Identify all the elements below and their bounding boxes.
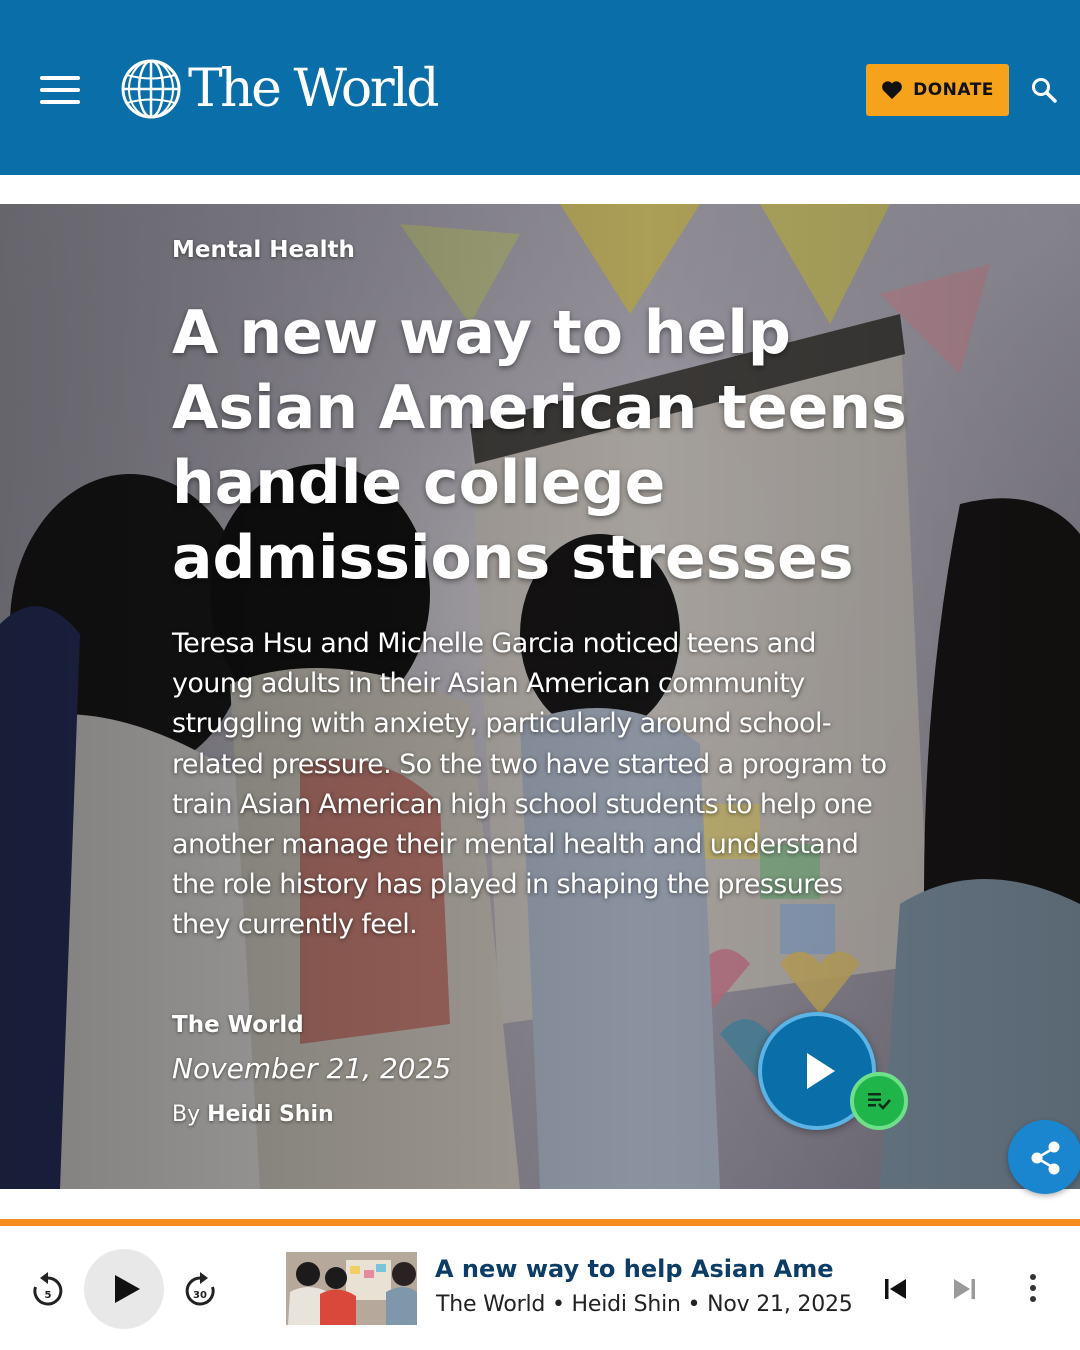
article-category[interactable]: Mental Health <box>172 237 355 263</box>
previous-icon <box>885 1279 906 1299</box>
donate-label: DONATE <box>913 80 994 100</box>
menu-icon[interactable] <box>40 76 82 104</box>
player-play-button[interactable] <box>84 1249 164 1329</box>
byline-prefix: By <box>172 1102 201 1127</box>
author-name[interactable]: Heidi Shin <box>207 1102 334 1127</box>
article-dek: Teresa Hsu and Michelle Garcia noticed t… <box>172 628 887 941</box>
more-icon <box>1030 1274 1036 1302</box>
forward-button[interactable]: 30 <box>182 1270 218 1310</box>
program-name[interactable]: The World <box>172 1012 304 1038</box>
now-playing-title[interactable]: A new way to help Asian American teens h… <box>435 1255 835 1283</box>
more-options-button[interactable] <box>1024 1272 1042 1306</box>
search-icon[interactable] <box>1030 76 1058 104</box>
logo-text: The World <box>188 59 439 119</box>
byline: By Heidi Shin <box>172 1102 334 1127</box>
hero-section: Mental Health A new way to help Asian Am… <box>0 204 1080 1189</box>
rewind-icon: 5 <box>33 1272 63 1306</box>
queue-added-icon <box>868 1093 891 1110</box>
audio-player: 5 30 A new way to help Asian American <box>0 1226 1080 1350</box>
play-icon <box>115 1275 140 1303</box>
site-header: The World DONATE <box>0 0 1080 175</box>
site-logo[interactable]: The World <box>120 58 439 120</box>
rewind-button[interactable]: 5 <box>30 1270 66 1310</box>
share-icon <box>1031 1141 1060 1175</box>
donate-button[interactable]: DONATE <box>866 64 1009 116</box>
previous-button[interactable] <box>880 1274 910 1304</box>
share-button[interactable] <box>1008 1120 1080 1194</box>
next-button[interactable] <box>950 1274 980 1304</box>
globe-icon <box>121 59 181 119</box>
rewind-seconds: 5 <box>45 1290 52 1301</box>
now-playing-meta: The World • Heidi Shin • Nov 21, 2025 <box>436 1292 853 1317</box>
forward-icon: 30 <box>185 1272 215 1306</box>
next-icon <box>954 1279 975 1299</box>
article-headline: A new way to help Asian American teens h… <box>172 298 907 593</box>
publish-date: November 21, 2025 <box>172 1052 452 1085</box>
player-progress-bar[interactable] <box>0 1219 1080 1226</box>
heart-icon <box>882 81 902 100</box>
episode-thumbnail[interactable] <box>286 1252 417 1325</box>
forward-seconds: 30 <box>193 1290 207 1301</box>
queue-added-button[interactable] <box>850 1072 908 1130</box>
